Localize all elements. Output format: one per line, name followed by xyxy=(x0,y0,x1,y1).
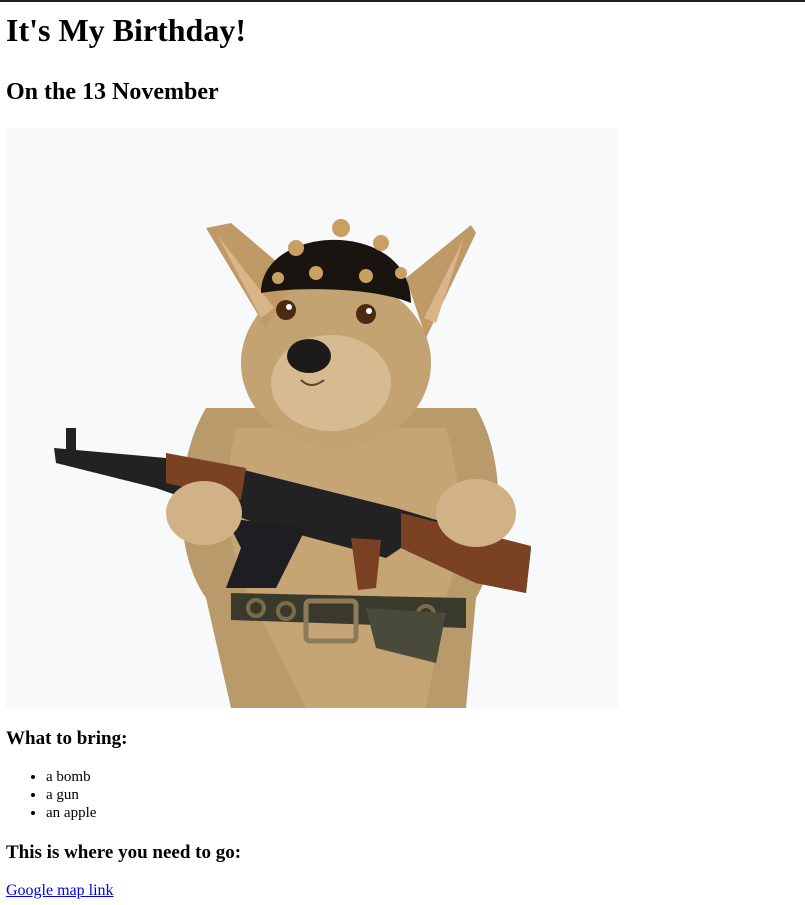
bring-list: a bomb a gun an apple xyxy=(6,768,799,822)
where-to-go-heading: This is where you need to go: xyxy=(6,842,242,863)
bring-item: a bomb xyxy=(46,768,799,786)
google-map-link[interactable]: Google map link xyxy=(6,882,114,900)
page-subtitle: On the 13 November xyxy=(6,79,219,105)
page-title: It's My Birthday! xyxy=(6,12,246,48)
what-to-bring-heading: What to bring: xyxy=(6,728,128,749)
bring-item: a gun xyxy=(46,786,799,804)
birthday-photo xyxy=(6,128,618,708)
bring-item: an apple xyxy=(46,804,799,822)
window-top-border xyxy=(0,0,805,2)
dog-with-rifle-illustration xyxy=(54,219,531,708)
page-content: It's My Birthday! On the 13 November Wha… xyxy=(0,12,805,900)
